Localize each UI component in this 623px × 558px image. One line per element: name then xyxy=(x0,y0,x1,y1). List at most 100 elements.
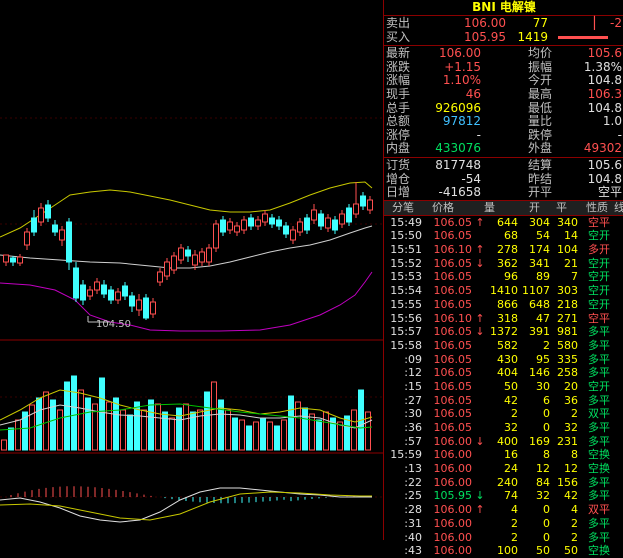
tick-row[interactable]: :57 106.00 ↓ 400 169 231 多平 xyxy=(384,435,623,449)
tick-qty: 74 xyxy=(504,489,518,503)
tick-open: 169 xyxy=(529,434,550,448)
tick-row[interactable]: 15:57 106.05 ↓ 1372 391 981 多平 xyxy=(384,325,623,339)
candle-body xyxy=(248,217,254,227)
ask-change: -2 xyxy=(610,16,622,30)
quote-stat-row: 涨停 - 跌停 - xyxy=(384,128,623,143)
tick-open: 0 xyxy=(543,530,550,544)
stat-value: 97812 xyxy=(442,114,481,129)
tick-nature: 空开 xyxy=(588,284,610,298)
tick-price: 106.00 xyxy=(433,434,473,448)
tick-close: 580 xyxy=(557,338,578,352)
tick-row[interactable]: :12 106.05 404 146 258 多平 xyxy=(384,366,623,380)
stat-value: +1.15 xyxy=(444,59,481,74)
tick-open: 8 xyxy=(543,448,550,462)
candlestick-chart[interactable]: 104.50 xyxy=(0,0,383,540)
volume-bar xyxy=(162,411,168,451)
candle-body xyxy=(17,256,23,264)
tick-row[interactable]: 15:53 106.05 96 89 7 空开 xyxy=(384,270,623,284)
candle-body xyxy=(157,271,163,283)
tick-close: 218 xyxy=(557,297,578,311)
candle-body xyxy=(80,284,86,301)
quote-stat-row: 总额 97812 量比 1.0 xyxy=(384,115,623,129)
tick-row[interactable]: :09 106.05 430 95 335 多平 xyxy=(384,353,623,367)
chart-pane[interactable]: 104.50 xyxy=(0,0,383,540)
tick-row[interactable]: 15:59 106.00 16 8 8 空换 xyxy=(384,448,623,462)
tick-qty: 42 xyxy=(504,393,518,407)
stat-value: 1.38% xyxy=(583,59,622,74)
candle-body xyxy=(227,221,233,231)
tick-close: 21 xyxy=(564,256,578,270)
tick-time: 15:51 xyxy=(390,243,422,257)
tick-price: 106.05 xyxy=(433,393,473,407)
tick-row[interactable]: :40 106.00 2 0 2 多平 xyxy=(384,531,623,545)
bid-row[interactable]: 买入 105.95 1419 xyxy=(384,30,623,45)
stat-value: -54 xyxy=(461,171,481,186)
volume-bar xyxy=(218,399,224,451)
ask-price: 106.00 xyxy=(464,16,506,30)
tick-open: 84 xyxy=(536,475,550,489)
tick-time: :43 xyxy=(404,544,422,558)
tick-nature: 多平 xyxy=(588,352,610,366)
tick-row[interactable]: :30 106.05 2 0 2 双平 xyxy=(384,407,623,421)
tick-row[interactable]: 15:55 106.05 866 648 218 空开 xyxy=(384,298,623,312)
tick-row[interactable]: 15:51 106.10 ↑ 278 174 104 多开 xyxy=(384,243,623,257)
stat-label: 总额 xyxy=(386,114,411,129)
tick-row[interactable]: :15 106.05 50 30 20 空开 xyxy=(384,380,623,394)
volume-bar xyxy=(316,419,322,451)
tick-close: 14 xyxy=(564,229,578,243)
tick-time: :25 xyxy=(404,489,422,503)
stat-label: 涨幅 xyxy=(386,73,411,88)
tick-time: :28 xyxy=(404,503,422,517)
tick-price: 106.00 xyxy=(433,530,473,544)
tick-row[interactable]: :25 105.95 ↓ 74 32 42 多平 xyxy=(384,489,623,503)
candle-body xyxy=(353,203,359,215)
candle-body xyxy=(283,225,289,235)
ask-row[interactable]: 卖出 106.00 77 ▏ -2 xyxy=(384,16,623,31)
ticks-list[interactable]: 15:49 106.05 ↑ 644 304 340 空平 15:50 106.05 68 54 14… xyxy=(384,216,623,558)
candle-body xyxy=(199,251,205,263)
tick-price: 105.95 xyxy=(433,489,473,503)
tick-time: 15:50 xyxy=(390,229,422,243)
tick-nature: 双平 xyxy=(588,407,610,421)
tick-row[interactable]: 15:50 106.05 68 54 14 空开 xyxy=(384,229,623,243)
tick-open: 6 xyxy=(543,393,550,407)
tick-qty: 68 xyxy=(504,229,518,243)
tick-row[interactable]: :27 106.05 42 6 36 多平 xyxy=(384,394,623,408)
candle-body xyxy=(38,207,44,223)
volume-bars-group xyxy=(1,375,371,451)
stat-value: 104.8 xyxy=(587,73,622,88)
ask-bar: ▏ xyxy=(594,16,604,30)
tick-qty: 362 xyxy=(497,256,518,270)
stat-label: 最高 xyxy=(528,86,553,101)
tick-row[interactable]: 15:52 106.05 ↓ 362 341 21 空开 xyxy=(384,257,623,271)
tick-nature: 双平 xyxy=(588,503,610,517)
tick-row[interactable]: :43 106.00 100 50 50 空换 xyxy=(384,544,623,558)
tick-row[interactable]: :22 106.00 240 84 156 多平 xyxy=(384,476,623,490)
tick-row[interactable]: :13 106.00 24 12 12 空换 xyxy=(384,462,623,476)
tick-close: 2 xyxy=(571,407,578,421)
tick-row[interactable]: :36 106.05 32 0 32 多平 xyxy=(384,421,623,435)
candle-body xyxy=(171,255,177,271)
tick-row[interactable]: 15:49 106.05 ↑ 644 304 340 空平 xyxy=(384,216,623,230)
candle-body xyxy=(339,213,345,225)
tick-open: 0 xyxy=(543,407,550,421)
quote-stat-row: 涨幅 1.10% 今开 104.8 xyxy=(384,74,623,88)
tick-time: 15:55 xyxy=(390,297,422,311)
volume-bar xyxy=(267,421,273,451)
candle-body xyxy=(87,289,93,297)
volume-bar xyxy=(225,409,231,451)
tick-row[interactable]: 15:54 106.05 1410 1107 303 空开 xyxy=(384,284,623,298)
tick-close: 8 xyxy=(571,448,578,462)
tick-row[interactable]: 15:56 106.10 ↑ 318 47 271 空平 xyxy=(384,312,623,326)
tick-row[interactable]: :31 106.00 2 0 2 多平 xyxy=(384,517,623,531)
tick-nature: 多平 xyxy=(588,516,610,530)
volume-bar xyxy=(57,409,63,451)
candle-body xyxy=(213,223,219,249)
tick-row[interactable]: 15:58 106.05 582 2 580 多平 xyxy=(384,339,623,353)
volume-bar xyxy=(281,419,287,451)
tick-row[interactable]: :28 106.00 ↑ 4 0 4 双平 xyxy=(384,503,623,517)
col-qty: 量 xyxy=(484,200,495,214)
candle-body xyxy=(129,295,135,307)
volume-bar xyxy=(246,425,252,451)
stat-label: 订货 xyxy=(386,157,411,172)
